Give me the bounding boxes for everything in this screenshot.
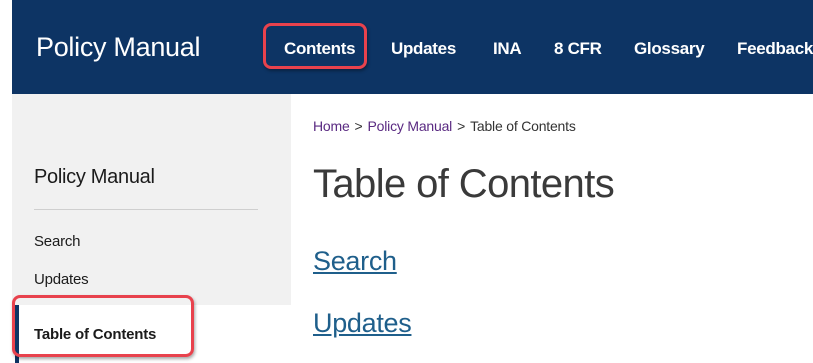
breadcrumb-policy-manual[interactable]: Policy Manual: [368, 118, 453, 134]
sidebar-title: Policy Manual: [34, 166, 155, 188]
nav-updates[interactable]: Updates: [391, 38, 456, 60]
breadcrumb-separator: >: [457, 118, 466, 134]
content-link-search[interactable]: Search: [313, 245, 397, 277]
breadcrumb-home[interactable]: Home: [313, 118, 350, 134]
sidebar-item-label[interactable]: Table of Contents: [34, 326, 156, 344]
site-header: Policy Manual Contents Updates INA 8 CFR…: [12, 0, 813, 94]
page-title: Table of Contents: [313, 162, 615, 206]
nav-contents[interactable]: Contents: [284, 38, 356, 60]
breadcrumb-separator: >: [354, 118, 363, 134]
nav-8-cfr[interactable]: 8 CFR: [554, 38, 602, 60]
sidebar: Policy Manual Search Updates Table of Co…: [12, 94, 291, 363]
nav-ina[interactable]: INA: [493, 38, 522, 60]
sidebar-divider: [34, 209, 258, 210]
breadcrumb: Home > Policy Manual > Table of Contents: [313, 117, 576, 135]
nav-feedback[interactable]: Feedback: [737, 38, 813, 60]
site-title[interactable]: Policy Manual: [36, 31, 200, 63]
content-link-updates[interactable]: Updates: [313, 307, 412, 339]
sidebar-item-search[interactable]: Search: [34, 233, 81, 251]
sidebar-item-updates[interactable]: Updates: [34, 271, 89, 289]
breadcrumb-current: Table of Contents: [470, 118, 576, 134]
nav-glossary[interactable]: Glossary: [634, 38, 705, 60]
